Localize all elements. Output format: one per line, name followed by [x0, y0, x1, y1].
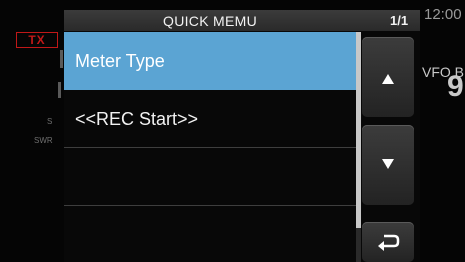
scroll-up-button[interactable]	[362, 37, 414, 117]
menu-header: QUICK MEMU 1/1	[64, 10, 420, 31]
menu-item-label: Meter Type	[75, 51, 165, 71]
frequency-digit: 9	[447, 70, 464, 103]
quick-menu-dialog: QUICK MEMU 1/1 Meter Type <<REC Start>>	[64, 10, 420, 262]
menu-item-empty[interactable]	[64, 148, 356, 206]
back-button[interactable]	[362, 222, 414, 262]
meter-tick	[58, 82, 61, 98]
menu-list: Meter Type <<REC Start>>	[64, 32, 356, 262]
page-indicator: 1/1	[390, 13, 409, 28]
up-arrow-icon	[382, 74, 394, 84]
scrollbar[interactable]	[356, 32, 361, 262]
menu-title: QUICK MEMU	[163, 13, 257, 29]
scroll-thumb[interactable]	[356, 32, 361, 228]
tx-indicator: TX	[16, 32, 58, 48]
menu-item-empty[interactable]	[64, 206, 356, 262]
scroll-down-button[interactable]	[362, 125, 414, 205]
menu-item-meter-type[interactable]: Meter Type	[64, 32, 356, 90]
meter-tick	[60, 50, 63, 68]
radio-screen: TX S SWR 12:00 VFO B 9 QUICK MEMU 1/1 Me…	[0, 0, 465, 262]
return-icon	[378, 234, 400, 251]
meter-s-label: S	[47, 117, 53, 126]
clock-display: 12:00	[424, 6, 462, 23]
menu-item-rec-start[interactable]: <<REC Start>>	[64, 90, 356, 148]
down-arrow-icon	[382, 159, 394, 169]
menu-item-label: <<REC Start>>	[75, 109, 199, 129]
meter-swr-label: SWR	[34, 136, 53, 145]
